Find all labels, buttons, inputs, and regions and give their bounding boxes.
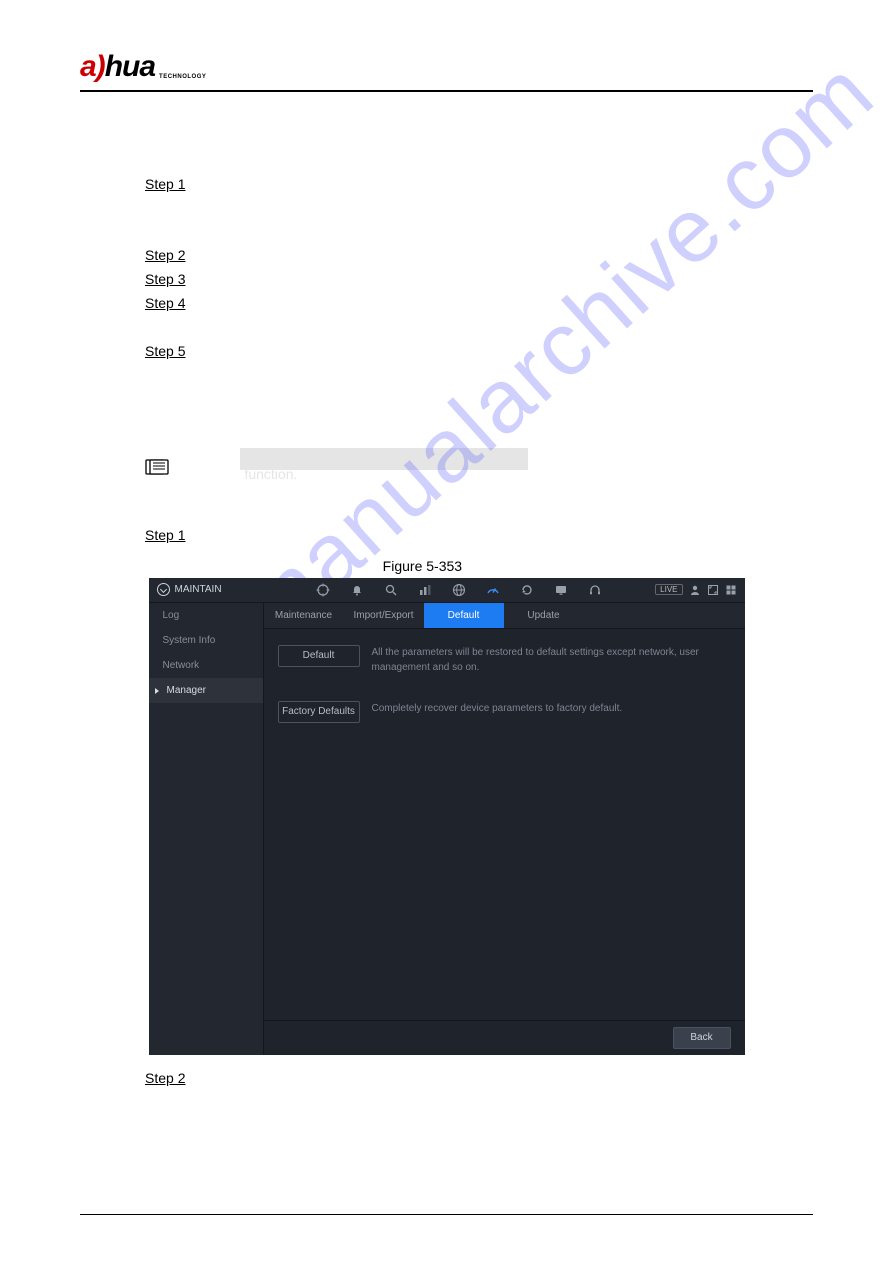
step-text: Select Main Menu > SYSTEM > Import/Expor…: [201, 244, 813, 268]
step-label: Step 1: [145, 173, 195, 197]
tab-import-export[interactable]: Import/Export: [344, 603, 424, 628]
sidebar-item-network[interactable]: Network: [149, 653, 263, 678]
embedded-screenshot: MAINTAIN LIVE Log: [149, 578, 745, 1055]
page-number: 373: [793, 1219, 813, 1233]
gauge-icon[interactable]: [486, 583, 500, 597]
step-row: Step 1 Insert a USB storage device conta…: [145, 173, 813, 221]
note-text: Only the admin account supports this fun…: [240, 448, 528, 470]
expand-icon[interactable]: [707, 584, 719, 596]
step-row: Step 5 Click Import.: [145, 340, 813, 364]
figure-caption: Figure 5-353 Default: [80, 558, 813, 574]
factory-defaults-desc: Completely recover device parameters to …: [372, 701, 731, 716]
globe-icon[interactable]: [452, 583, 466, 597]
brand-logo: a) hua TECHNOLOGY: [80, 50, 206, 84]
step-text: Click Import.: [201, 340, 813, 364]
live-badge[interactable]: LIVE: [655, 584, 682, 595]
intro-import: You can import exported system settings …: [80, 147, 813, 163]
option-row: Factory Defaults Completely recover devi…: [278, 701, 731, 723]
step-label: Step 1: [145, 524, 195, 548]
refresh-icon[interactable]: [520, 583, 534, 597]
step-text: Click on the configuration folder (under…: [201, 292, 813, 316]
page-footer: 373: [80, 1214, 813, 1233]
step-text: Click Refresh to refresh the interface.: [201, 268, 813, 292]
page-header: a) hua TECHNOLOGY User's Manual: [80, 50, 813, 92]
shot-main: Maintenance Import/Export Default Update…: [264, 603, 745, 1055]
step-text: Insert a USB storage device containing t…: [201, 173, 813, 221]
tab-default[interactable]: Default: [424, 603, 504, 628]
step-row: Step 1 Select Main Menu > MAINTAIN > Man…: [145, 524, 813, 548]
steps-default-2: Step 2 Restore the settings.: [145, 1067, 813, 1091]
content-area: Default All the parameters will be resto…: [264, 629, 745, 765]
topbar-right: LIVE: [655, 584, 736, 596]
topbar-icons: [263, 583, 656, 597]
header-right-text: User's Manual: [730, 60, 813, 75]
logo-part1: a): [80, 50, 105, 84]
shot-sidebar: Log System Info Network Manager: [149, 603, 264, 1055]
step-sub: The selected folder is displayed in the …: [201, 316, 813, 340]
page: a) hua TECHNOLOGY User's Manual manualar…: [0, 0, 893, 1263]
sidebar-item-log[interactable]: Log: [149, 603, 263, 628]
sidebar-item-manager[interactable]: Manager: [149, 678, 263, 703]
step-row: Step 4 Click on the configuration folder…: [145, 292, 813, 316]
step-text: Restore the settings.: [201, 1067, 813, 1091]
step-row: Step 2 Select Main Menu > SYSTEM > Impor…: [145, 244, 813, 268]
search-icon[interactable]: [384, 583, 398, 597]
factory-defaults-button[interactable]: Factory Defaults: [278, 701, 360, 723]
figure-title: Default: [466, 558, 510, 574]
back-button[interactable]: Back: [673, 1027, 731, 1049]
logo-sub: TECHNOLOGY: [159, 74, 206, 80]
step-row: Step 2 Restore the settings.: [145, 1067, 813, 1091]
grid-icon[interactable]: [725, 584, 737, 596]
heading-import: 5.20.4.2 Importing System Settings: [80, 120, 813, 137]
step-label: Step 4: [145, 292, 195, 316]
step-result: The Device will reboot after the import …: [201, 363, 813, 387]
default-desc: All the parameters will be restored to d…: [372, 645, 731, 675]
step-label: Step 3: [145, 268, 195, 292]
shot-topbar: MAINTAIN LIVE: [149, 578, 745, 603]
step-continuation: [201, 221, 813, 245]
heading-default: 5.20.5 Restoring Default Settings: [80, 417, 813, 435]
shot-footer: Back: [264, 1020, 745, 1055]
intro-default: You can select the settings that you wan…: [80, 498, 813, 514]
step-text: Select Main Menu > MAINTAIN > Manager > …: [201, 524, 813, 548]
steps-default: Step 1 Select Main Menu > MAINTAIN > Man…: [145, 524, 813, 548]
logo-part2: hua: [105, 50, 155, 84]
user-icon[interactable]: [689, 584, 701, 596]
shot-title: MAINTAIN: [175, 584, 222, 595]
gauge-icon: [157, 583, 170, 596]
note-icon: [145, 459, 171, 479]
shot-body: Log System Info Network Manager Maintena…: [149, 603, 745, 1055]
tab-maintenance[interactable]: Maintenance: [264, 603, 344, 628]
chart-icon[interactable]: [418, 583, 432, 597]
step-row: Step 3 Click Refresh to refresh the inte…: [145, 268, 813, 292]
step-label: Step 2: [145, 1067, 195, 1091]
tab-update[interactable]: Update: [504, 603, 584, 628]
shot-brand: MAINTAIN: [157, 583, 263, 596]
sidebar-item-system-info[interactable]: System Info: [149, 628, 263, 653]
default-button[interactable]: Default: [278, 645, 360, 667]
step-label: Step 5: [145, 340, 195, 364]
figure-number: Figure 5-353: [383, 558, 462, 574]
steps-import: Step 1 Insert a USB storage device conta…: [145, 173, 813, 387]
option-row: Default All the parameters will be resto…: [278, 645, 731, 675]
target-icon[interactable]: [316, 583, 330, 597]
tabs-row: Maintenance Import/Export Default Update: [264, 603, 745, 629]
monitor-icon[interactable]: [554, 583, 568, 597]
bell-icon[interactable]: [350, 583, 364, 597]
step-label: Step 2: [145, 244, 195, 268]
headset-icon[interactable]: [588, 583, 602, 597]
